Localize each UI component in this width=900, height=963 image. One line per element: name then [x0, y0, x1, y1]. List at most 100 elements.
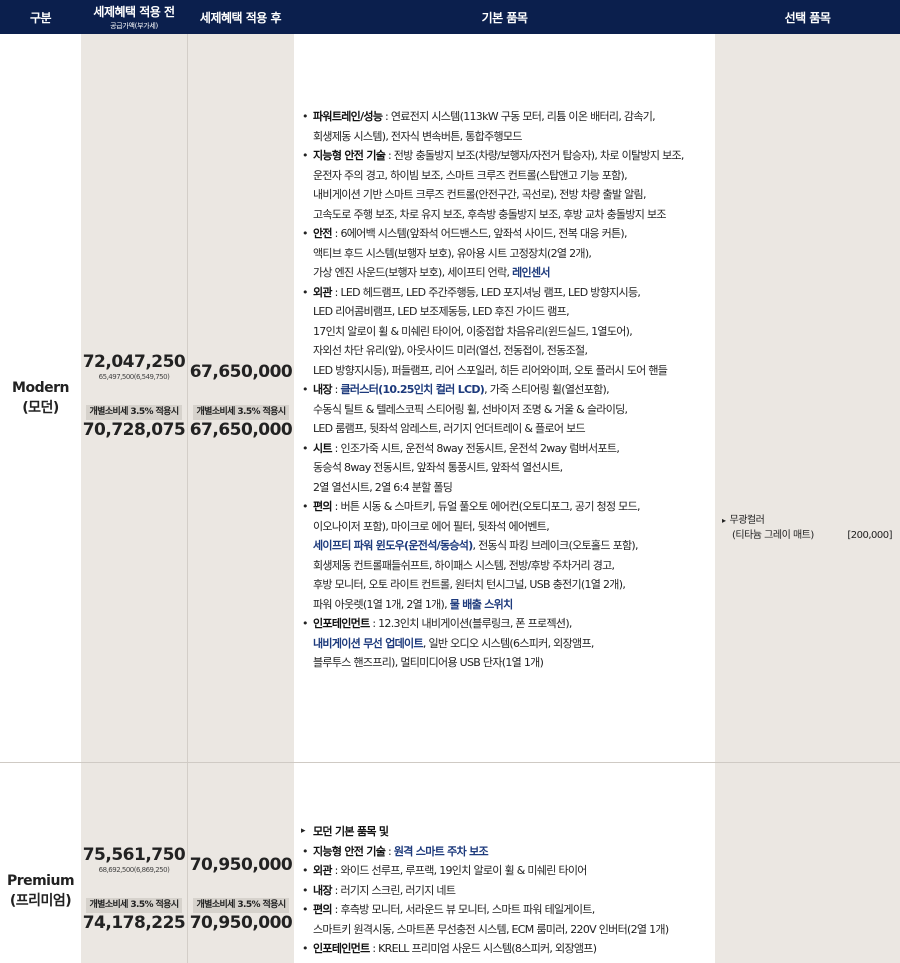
modern-after-price: 67,650,000 개별소비세 3.5% 적용시 67,650,000 — [188, 362, 294, 440]
item-category: 시트 — [313, 441, 333, 455]
premium-after-price: 70,950,000 개별소비세 3.5% 적용시 70,950,000 — [188, 855, 294, 933]
item-category: 파워트레인/성능 — [313, 110, 383, 123]
item-text: : 버튼 시동 & 스마트키, 듀얼 풀오토 에어컨(오토디포그, 공기 청정 … — [331, 500, 641, 513]
list-item: 지능형 안전 기술 : 원격 스마트 주차 보조 — [300, 842, 712, 862]
item-category: 인포테인먼트 — [313, 617, 370, 630]
option-column-bg — [715, 34, 900, 963]
table-header: 구분 세제혜택 적용 전 공급가액(부가세) 세제혜택 적용 후 기본 품목 선… — [0, 0, 900, 34]
modern-before-price: 72,047,250 65,497,500(6,549,750) 개별소비세 3… — [81, 352, 187, 440]
item-text: : LED 헤드램프, LED 주간주행등, LED 포지셔닝 램프, LED … — [331, 285, 641, 299]
item-text: 회생제동 시스템), 전자식 변속버튼, 통합주행모드 — [313, 129, 522, 143]
item-text: , 전동식 파킹 브레이크(오토홀드 포함), — [472, 539, 639, 552]
premium-supply-value: 68,692,500(6,869,250) — [98, 866, 170, 874]
item-category: 지능형 안전 기술 — [313, 844, 386, 858]
item-text: LED 리어콤비램프, LED 보조제동등, LED 후진 가이드 램프, — [313, 305, 570, 318]
list-item: 안전 : 6에어백 시스템(앞좌석 어드밴스드, 앞좌석 사이드, 전복 대응 … — [300, 224, 712, 283]
item-text: LED 방향지시등), 퍼들램프, 리어 스포일러, 히든 리어와이퍼, 오토 … — [313, 363, 668, 377]
item-text: , 일반 오디오 시스템(6스피커, 외장앰프, — [422, 636, 594, 650]
item-text: : 12.3인치 내비게이션(블루링크, 폰 프로젝션), — [369, 617, 572, 630]
highlight-text: 레인센서 — [512, 266, 550, 279]
item-category: 편의 — [313, 500, 333, 513]
header-basic-items: 기본 품목 — [481, 10, 528, 25]
premium-basic-items: 모던 기본 품목 및지능형 안전 기술 : 원격 스마트 주차 보조외관 : 와… — [300, 822, 712, 959]
item-text: : 6에어백 시스템(앞좌석 어드밴스드, 앞좌석 사이드, 전복 대응 커튼)… — [331, 227, 628, 240]
premium-before-price: 75,561,750 68,692,500(6,869,250) 개별소비세 3… — [81, 845, 187, 933]
list-item: 파워트레인/성능 : 연료전지 시스템(113kW 구동 모터, 리튬 이온 배… — [300, 107, 712, 146]
arrow-right-icon: ▸ — [722, 516, 726, 525]
premium-tax-badge: 개별소비세 3.5% 적용시 — [86, 898, 182, 913]
item-text: 자외선 차단 유리(앞), 아웃사이드 미러(열선, 전동접이, 전동조절, — [313, 344, 588, 357]
list-item: 외관 : LED 헤드램프, LED 주간주행등, LED 포지셔닝 램프, L… — [300, 283, 712, 381]
item-text: 운전자 주의 경고, 하이빔 보조, 스마트 크루즈 컨트롤(스탑앤고 기능 포… — [313, 168, 628, 182]
list-item: 외관 : 와이드 선루프, 루프랙, 19인치 알로이 휠 & 미쉐린 타이어 — [300, 861, 712, 881]
header-before-tax: 세제혜택 적용 전 공급가액(부가세) — [93, 5, 175, 30]
modern-supply-value: 65,497,500(6,549,750) — [98, 373, 170, 381]
item-text: : — [385, 844, 394, 858]
highlight-text: 물 배출 스위치 — [449, 597, 513, 611]
header-before-sub: 공급가액(부가세) — [110, 22, 158, 30]
list-item: 편의 : 버튼 시동 & 스마트키, 듀얼 풀오토 에어컨(오토디포그, 공기 … — [300, 497, 712, 614]
premium-before-tax-price: 74,178,225 — [82, 913, 186, 933]
item-text: 동승석 8way 전동시트, 앞좌석 통풍시트, 앞좌석 열선시트, — [313, 461, 563, 474]
highlight-text: 원격 스마트 주차 보조 — [393, 844, 489, 858]
item-category: 편의 — [313, 903, 333, 916]
modern-after-tax-price: 67,650,000 — [189, 420, 293, 440]
item-category: 인포테인먼트 — [313, 942, 370, 955]
item-category: 내장 — [313, 383, 333, 396]
option-price: [200,000] — [847, 530, 892, 541]
row-divider — [0, 762, 900, 763]
item-text: LED 룸램프, 뒷좌석 암레스트, 러기지 언더트레이 & 플로어 보드 — [313, 422, 586, 435]
item-category: 내장 — [313, 883, 333, 897]
option-name: 무광컬러 — [729, 515, 765, 526]
item-text: 수동식 틸트 & 텔레스코픽 스티어링 휠, 선바이저 조명 & 거울 & 슬라… — [313, 402, 628, 416]
item-category: 외관 — [313, 864, 333, 877]
list-item: 편의 : 후측방 모니터, 서라운드 뷰 모니터, 스마트 파워 테일게이트, 스… — [300, 900, 712, 939]
modern-tax-badge: 개별소비세 3.5% 적용시 — [86, 405, 182, 420]
item-text: 내비게이션 기반 스마트 크루즈 컨트롤(안전구간, 곡선로), 전방 차량 출… — [313, 188, 646, 201]
item-category: 모던 기본 품목 및 — [313, 825, 389, 838]
premium-before-price-value: 75,561,750 — [82, 845, 186, 865]
modern-after-tax-badge: 개별소비세 3.5% 적용시 — [193, 405, 289, 420]
item-text: : 와이드 선루프, 루프랙, 19인치 알로이 휠 & 미쉐린 타이어 — [331, 864, 588, 877]
item-text: 이오나이저 포함), 마이크로 에어 필터, 뒷좌석 에어벤트, — [313, 519, 550, 533]
before-column-bg — [81, 34, 187, 963]
header-category: 구분 — [29, 10, 52, 25]
list-item: 지능형 안전 기술 : 전방 충돌방지 보조(차량/보행자/자전거 탑승자), … — [300, 146, 712, 224]
item-text: 스마트키 원격시동, 스마트폰 무선충전 시스템, ECM 룸미러, 220V … — [313, 922, 669, 936]
item-text: 17인치 알로이 휠 & 미쉐린 타이어, 이중접합 차음유리(윈드실드, 1열… — [313, 324, 633, 338]
modern-before-price-value: 72,047,250 — [82, 352, 186, 372]
list-item: 내장 : 러기지 스크린, 러기지 네트 — [300, 881, 712, 901]
after-column-bg — [188, 34, 294, 963]
item-text: : 전방 충돌방지 보조(차량/보행자/자전거 탑승자), 차로 이탈방지 보조… — [385, 149, 684, 162]
highlight-text: 세이프티 파워 윈도우(운전석/동승석) — [313, 539, 473, 552]
item-text: : KRELL 프리미엄 사운드 시스템(8스피커, 외장앰프) — [369, 942, 597, 955]
highlight-text: 클러스터(10.25인치 컬러 LCD) — [340, 383, 485, 396]
model-modern: Modern (모던) — [12, 380, 69, 416]
modern-option: ▸ 무광컬러 (티타늄 그레이 매트) [200,000] — [722, 513, 894, 543]
premium-after-tax-badge: 개별소비세 3.5% 적용시 — [193, 898, 289, 913]
item-text: 블루투스 핸즈프리), 멀티미디어용 USB 단자(1열 1개) — [313, 656, 544, 669]
list-item: 모던 기본 품목 및 — [300, 822, 712, 842]
item-text: 파워 아웃렛(1열 1개, 2열 1개), — [313, 597, 450, 611]
modern-after-price-value: 67,650,000 — [189, 362, 293, 382]
modern-basic-items: 파워트레인/성능 : 연료전지 시스템(113kW 구동 모터, 리튬 이온 배… — [300, 107, 712, 673]
item-category: 지능형 안전 기술 — [313, 149, 386, 162]
list-item: 인포테인먼트 : 12.3인치 내비게이션(블루링크, 폰 프로젝션), 내비게이… — [300, 614, 712, 673]
item-text: 2열 열선시트, 2열 6:4 분할 폴딩 — [313, 480, 453, 494]
premium-after-tax-price: 70,950,000 — [189, 913, 293, 933]
item-category: 안전 — [313, 227, 333, 240]
list-item: 내장 : 클러스터(10.25인치 컬러 LCD), 가죽 스티어링 휠(열선포… — [300, 380, 712, 439]
highlight-text: 내비게이션 무선 업데이트 — [313, 636, 424, 650]
item-text: , 가죽 스티어링 휠(열선포함), — [484, 383, 609, 396]
header-option-items: 선택 품목 — [784, 10, 831, 25]
item-text: : 인조가죽 시트, 운전석 8way 전동시트, 운전석 2way 럼버서포트… — [331, 441, 620, 455]
list-item: 시트 : 인조가죽 시트, 운전석 8way 전동시트, 운전석 2way 럼버… — [300, 439, 712, 498]
modern-before-tax-price: 70,728,075 — [82, 420, 186, 440]
premium-after-price-value: 70,950,000 — [189, 855, 293, 875]
column-divider — [187, 34, 188, 963]
item-text: : 연료전지 시스템(113kW 구동 모터, 리튬 이온 배터리, 감속기, — [382, 110, 656, 123]
item-text: 액티브 후드 시스템(보행자 보호), 유아용 시트 고정장치(2열 2개), — [313, 246, 592, 260]
item-category: 외관 — [313, 285, 333, 299]
item-text: 고속도로 주행 보조, 차로 유지 보조, 후측방 충돌방지 보조, 후방 교차… — [313, 207, 667, 221]
item-text: 회생제동 컨트롤패들쉬프트, 하이패스 시스템, 전방/후방 주차거리 경고, — [313, 558, 615, 572]
